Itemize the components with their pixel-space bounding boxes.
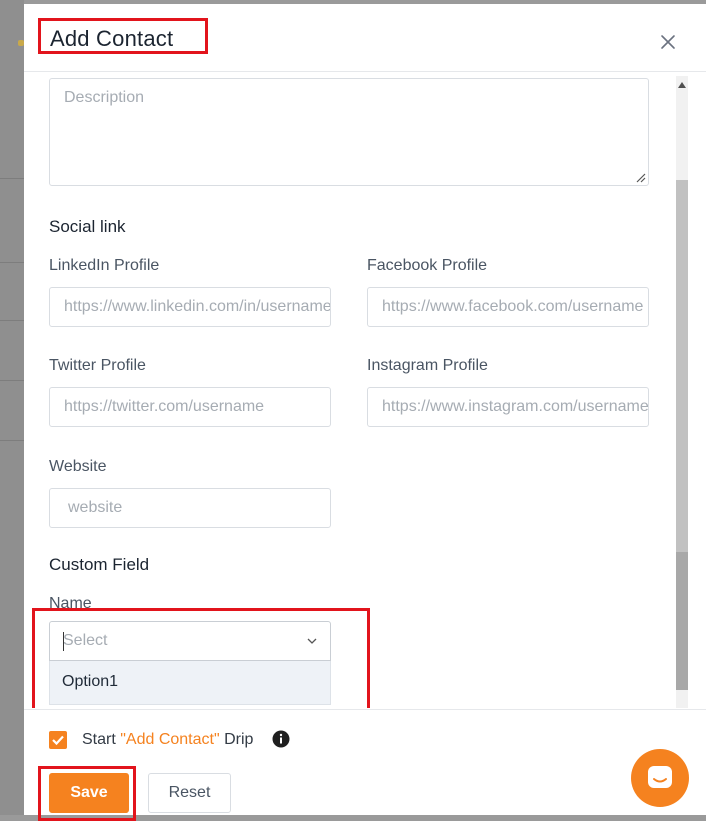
backdrop-divider: [0, 440, 24, 441]
resize-grip-icon[interactable]: [634, 171, 646, 183]
chat-launcher-button[interactable]: [631, 749, 689, 807]
reset-button[interactable]: Reset: [148, 773, 231, 813]
scrollbar-thumb[interactable]: [676, 552, 688, 690]
backdrop-divider: [0, 320, 24, 321]
modal-scrollbar[interactable]: [676, 76, 688, 708]
modal-body: Description Social link LinkedIn Profile…: [24, 72, 706, 708]
instagram-label: Instagram Profile: [367, 357, 488, 374]
drip-accent: "Add Contact": [120, 731, 220, 748]
add-contact-modal: Add Contact Description Social link Link…: [24, 4, 706, 821]
facebook-input[interactable]: https://www.facebook.com/username: [367, 287, 649, 327]
description-placeholder: Description: [64, 89, 145, 106]
description-textarea[interactable]: Description: [49, 78, 649, 186]
backdrop-divider: [0, 178, 24, 179]
social-link-title: Social link: [49, 217, 126, 236]
facebook-label: Facebook Profile: [367, 257, 488, 274]
page-backdrop: [0, 0, 24, 815]
backdrop-divider: [0, 262, 24, 263]
scrollbar-track-fill: [676, 180, 688, 552]
title-highlight-box: [38, 18, 208, 54]
close-button[interactable]: [654, 28, 682, 56]
info-icon[interactable]: [272, 730, 290, 748]
website-label: Website: [49, 458, 107, 475]
check-icon: [52, 735, 64, 746]
linkedin-input[interactable]: https://www.linkedin.com/in/username: [49, 287, 331, 327]
custom-field-highlight-box: [32, 608, 370, 708]
chat-icon[interactable]: [646, 764, 674, 792]
linkedin-label: LinkedIn Profile: [49, 257, 160, 274]
scroll-up-arrow-icon[interactable]: [678, 82, 686, 88]
modal-header: Add Contact: [24, 4, 706, 72]
save-highlight-box: [38, 766, 136, 821]
twitter-label: Twitter Profile: [49, 357, 146, 374]
instagram-input[interactable]: https://www.instagram.com/username: [367, 387, 649, 427]
twitter-input[interactable]: https://twitter.com/username: [49, 387, 331, 427]
drip-prefix: Start: [82, 731, 121, 748]
drip-checkbox[interactable]: [49, 731, 67, 749]
website-input[interactable]: website: [49, 488, 331, 528]
close-icon[interactable]: [654, 28, 682, 56]
backdrop-divider: [0, 380, 24, 381]
custom-field-title: Custom Field: [49, 555, 150, 574]
modal-footer: Start "Add Contact" Drip Save Reset: [24, 709, 706, 821]
drip-suffix: Drip: [219, 731, 254, 748]
drip-label: Start "Add Contact" Drip: [82, 731, 253, 749]
